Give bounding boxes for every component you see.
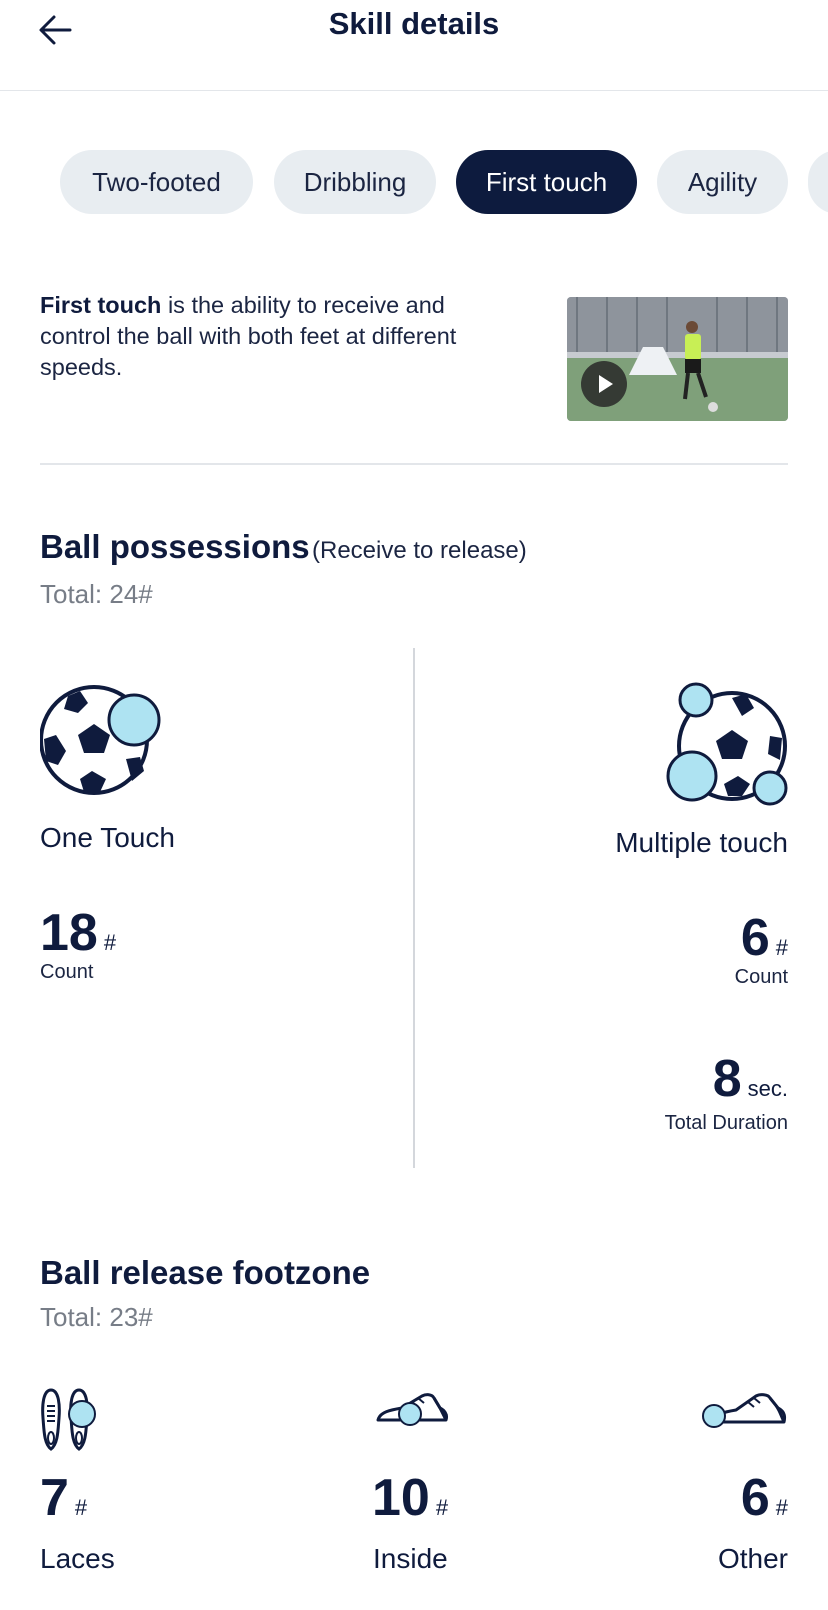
video-thumbnail[interactable] <box>567 297 788 421</box>
one-touch-count-value: 18 <box>40 904 98 962</box>
one-touch-ball-icon <box>40 685 161 795</box>
column-divider <box>413 648 415 1168</box>
other-unit: # <box>775 1495 788 1520</box>
laces-unit: # <box>74 1495 88 1520</box>
play-button[interactable] <box>581 361 627 407</box>
other-stat: 6 # <box>741 1468 788 1528</box>
multiple-touch-count-value: 6 <box>740 909 770 967</box>
multiple-touch-duration-label: Total Duration <box>664 1112 788 1134</box>
one-touch-label: One Touch <box>40 822 175 853</box>
multiple-touch-duration-value: 8 <box>712 1050 742 1108</box>
other-label: Other <box>717 1543 788 1574</box>
other-foot-icon <box>702 1393 786 1428</box>
app-header: Skill details <box>0 0 828 91</box>
one-touch-count-unit: # <box>103 930 117 955</box>
play-icon <box>599 375 613 393</box>
laces-stat: 7 # <box>40 1468 87 1528</box>
other-value: 6 <box>740 1469 770 1527</box>
multiple-touch-count-unit: # <box>775 935 788 960</box>
skill-description: First touch is the ability to receive an… <box>40 290 520 383</box>
laces-icon <box>41 1388 96 1451</box>
one-touch-count-label: Count <box>40 961 94 983</box>
multiple-touch-count-label: Count <box>734 966 788 988</box>
possessions-total: Total: 24# <box>40 579 153 609</box>
laces-label: Laces <box>40 1543 115 1574</box>
skill-tabs: Two-footed Dribbling First touch Agility <box>0 150 828 216</box>
section-divider <box>40 463 788 465</box>
multiple-touch-ball-icon <box>666 682 788 806</box>
possessions-subtitle: (Receive to release) <box>312 537 527 564</box>
inside-stat: 10 # <box>372 1468 448 1528</box>
inside-value: 10 <box>372 1469 430 1527</box>
one-touch-count: 18 # <box>40 903 116 963</box>
multiple-touch-duration: 8 sec. <box>713 1049 788 1109</box>
tab-dribbling[interactable]: Dribbling <box>274 150 436 214</box>
multiple-touch-label: Multiple touch <box>615 827 788 858</box>
inside-label: Inside <box>373 1543 448 1574</box>
tab-first-touch[interactable]: First touch <box>456 150 637 214</box>
page-title: Skill details <box>328 6 500 41</box>
laces-value: 7 <box>40 1469 69 1527</box>
multiple-touch-duration-unit: sec. <box>747 1076 788 1101</box>
footzone-total: Total: 23# <box>40 1302 153 1332</box>
inside-unit: # <box>435 1495 449 1520</box>
tab-agility[interactable]: Agility <box>657 150 788 214</box>
inside-foot-icon <box>376 1393 448 1426</box>
skill-term: First touch <box>40 292 162 318</box>
tab-more[interactable] <box>808 150 828 214</box>
possessions-title: Ball possessions <box>40 528 310 565</box>
multiple-touch-count: 6 # <box>741 908 788 968</box>
tab-two-footed[interactable]: Two-footed <box>60 150 253 214</box>
footzone-title: Ball release footzone <box>40 1254 371 1291</box>
